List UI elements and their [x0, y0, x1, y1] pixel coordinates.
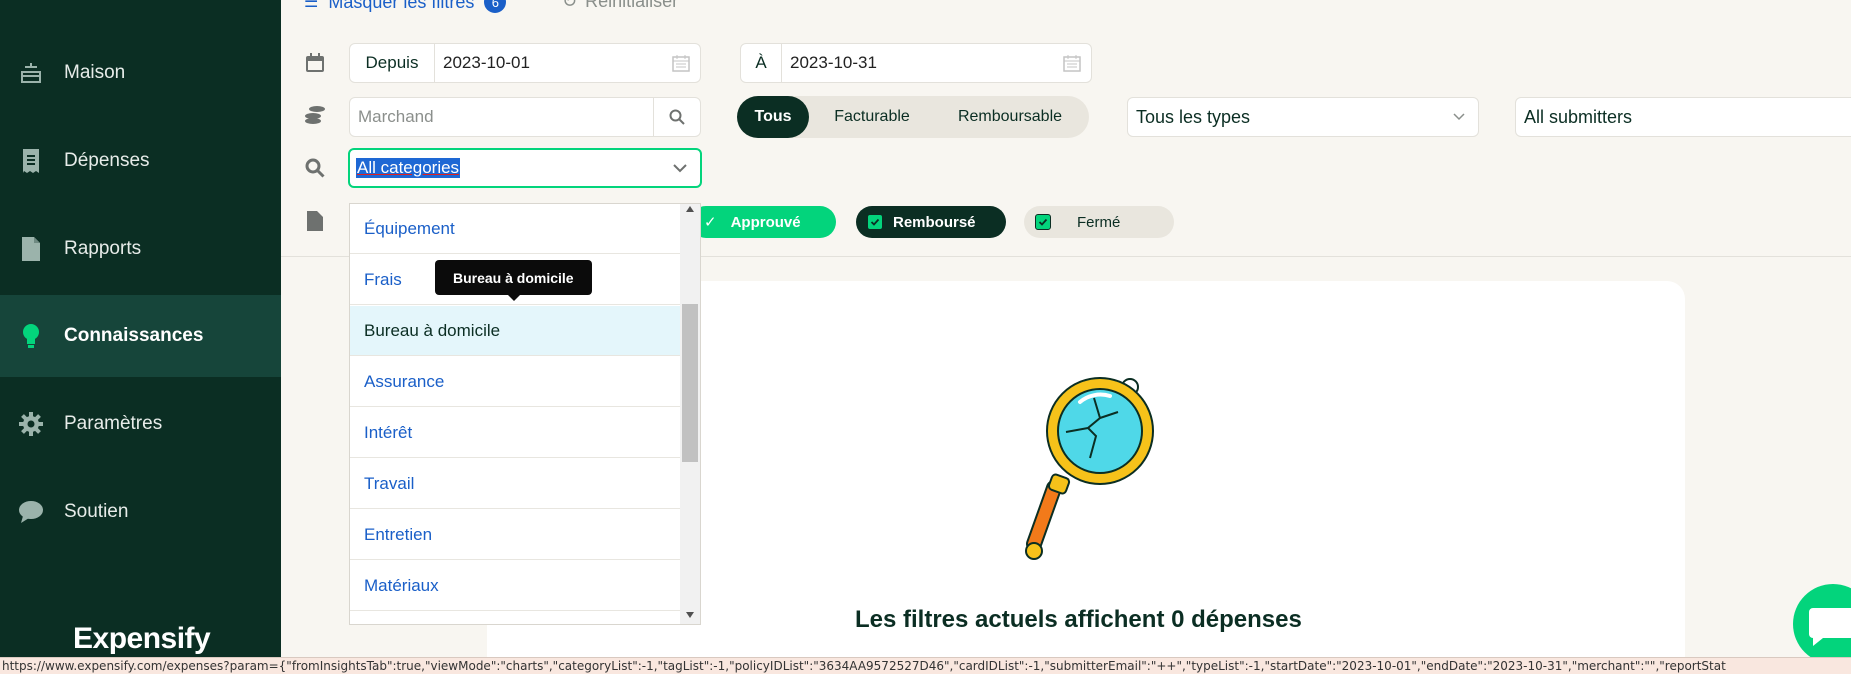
category-select[interactable]: All categories: [348, 148, 702, 188]
submitters-select-value: All submitters: [1524, 106, 1633, 127]
types-select[interactable]: Tous les types: [1127, 97, 1479, 137]
status-rembourse-toggle[interactable]: Remboursé: [856, 206, 1006, 238]
sidebar-item-label: Dépenses: [64, 150, 150, 171]
brand-logo[interactable]: Expensify: [73, 622, 211, 656]
sidebar-item-label: Rapports: [64, 238, 142, 259]
date-to-field[interactable]: À 2023-10-31: [740, 43, 1092, 83]
merchant-field[interactable]: Marchand: [349, 97, 701, 137]
hide-filters-label: Masquer les filtres: [328, 0, 475, 12]
segment-remboursable[interactable]: Remboursable: [935, 96, 1085, 138]
types-select-value: Tous les types: [1136, 106, 1251, 127]
status-ferme-toggle[interactable]: Fermé: [1024, 206, 1174, 238]
category-option-equipement[interactable]: Équipement: [350, 204, 680, 254]
empty-state-title: Les filtres actuels affichent 0 dépenses: [855, 606, 1302, 633]
checkbox-checked-icon: [867, 214, 883, 230]
sidebar-item-label: Maison: [64, 62, 126, 83]
segment-tous[interactable]: Tous: [737, 96, 809, 138]
search-icon: [302, 155, 328, 181]
chevron-down-icon: [1453, 113, 1465, 121]
category-option-travail[interactable]: Travail: [350, 459, 680, 509]
home-icon: [18, 60, 44, 86]
submitters-select[interactable]: All submitters: [1515, 97, 1851, 137]
calendar-icon: [302, 50, 328, 76]
merchant-input[interactable]: Marchand: [350, 107, 653, 127]
chevron-down-icon: [673, 164, 687, 173]
segment-facturable[interactable]: Facturable: [809, 96, 935, 138]
hide-filters-button[interactable]: ☰ Masquer les filtres 6: [304, 0, 507, 13]
sidebar-item-parametres[interactable]: Paramètres: [0, 383, 281, 465]
option-tooltip: Bureau à domicile: [435, 260, 592, 301]
document-icon: [302, 208, 328, 234]
scroll-down-arrow-icon[interactable]: [686, 612, 694, 618]
category-option-assurance[interactable]: Assurance: [350, 357, 680, 407]
calendar-picker-icon[interactable]: [1063, 54, 1081, 77]
date-to-prefix: À: [741, 44, 782, 82]
check-icon: ✓: [704, 214, 717, 231]
reset-label: Réinitialiser: [585, 0, 679, 11]
status-approuve-toggle[interactable]: ✓ Approuvé: [690, 206, 836, 238]
chat-bubble-icon: [18, 499, 44, 525]
date-from-prefix: Depuis: [350, 44, 435, 82]
sidebar-item-label: Paramètres: [64, 413, 163, 434]
chat-support-button[interactable]: [1793, 584, 1851, 664]
scrollbar-thumb[interactable]: [682, 304, 698, 462]
reset-filters-button[interactable]: ↻ Réinitialiser: [562, 0, 678, 12]
gear-icon: [18, 411, 44, 437]
date-from-field[interactable]: Depuis 2023-10-01: [349, 43, 701, 83]
magnifier-illustration: [1025, 377, 1154, 560]
sidebar: Maison Dépenses Rapports Connaissances P…: [0, 0, 281, 674]
checkbox-checked-icon: [1035, 214, 1051, 230]
chat-bubble-icon: [1809, 608, 1851, 646]
date-from-value[interactable]: 2023-10-01: [435, 53, 700, 73]
status-label: Approuvé: [730, 213, 801, 231]
search-icon: [669, 109, 685, 125]
merchant-search-button[interactable]: [653, 98, 700, 136]
scroll-up-arrow-icon[interactable]: [686, 206, 694, 212]
reset-icon: ↻: [562, 0, 578, 11]
filter-list-icon: ☰: [304, 0, 319, 11]
category-option-interet[interactable]: Intérêt: [350, 408, 680, 458]
calendar-picker-icon[interactable]: [672, 54, 690, 77]
sidebar-item-maison[interactable]: Maison: [0, 32, 281, 114]
dropdown-scrollbar[interactable]: [680, 204, 700, 624]
category-option-entretien[interactable]: Entretien: [350, 510, 680, 560]
document-icon: [18, 236, 44, 262]
sidebar-item-label: Soutien: [64, 501, 129, 522]
sidebar-item-rapports[interactable]: Rapports: [0, 208, 281, 290]
sidebar-item-label: Connaissances: [64, 325, 204, 346]
sidebar-item-connaissances[interactable]: Connaissances: [0, 295, 281, 377]
receipt-icon: [18, 148, 44, 174]
filters-count-badge: 6: [484, 0, 507, 13]
status-label: Remboursé: [893, 213, 976, 231]
sidebar-item-depenses[interactable]: Dépenses: [0, 120, 281, 202]
category-option-materiaux[interactable]: Matériaux: [350, 561, 680, 611]
billable-segmented-control: Tous Facturable Remboursable: [737, 96, 1089, 138]
coins-icon: [302, 102, 328, 128]
category-select-value[interactable]: All categories: [356, 158, 461, 178]
status-label: Fermé: [1077, 213, 1121, 231]
sidebar-item-soutien[interactable]: Soutien: [0, 471, 281, 553]
lightbulb-icon: [18, 323, 44, 349]
browser-status-url: https://www.expensify.com/expenses?param…: [0, 657, 1851, 674]
date-to-value[interactable]: 2023-10-31: [782, 53, 1091, 73]
category-option-bureau-a-domicile[interactable]: Bureau à domicile: [350, 306, 680, 356]
